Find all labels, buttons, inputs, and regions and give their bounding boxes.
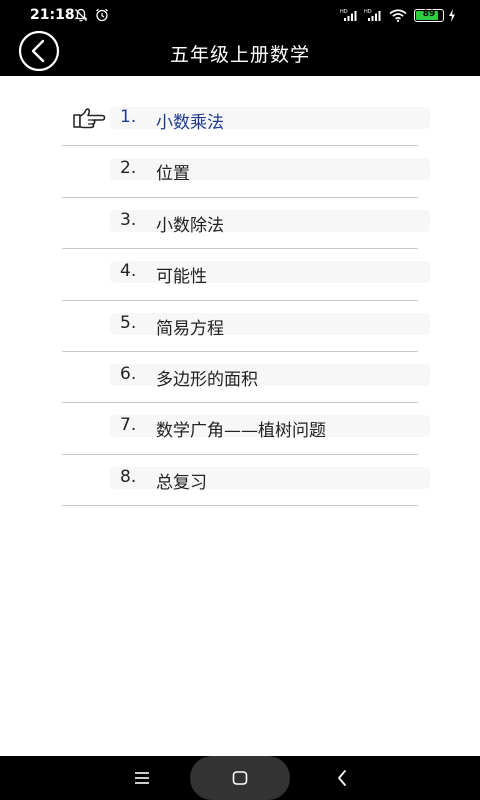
charging-icon <box>449 9 455 22</box>
back-icon <box>338 770 346 786</box>
home-button[interactable] <box>190 756 290 800</box>
chapter-number: 5. <box>120 312 137 333</box>
chapter-item[interactable]: 8. 总复习 <box>62 455 430 507</box>
notifications-off-icon <box>74 8 88 22</box>
chapter-label: 简易方程 <box>156 318 224 339</box>
chapter-item[interactable]: 6. 多边形的面积 <box>62 352 430 404</box>
chapter-label: 位置 <box>156 164 190 185</box>
menu-icon <box>135 772 149 784</box>
status-bar: 21:18 HD HD 89 <box>0 0 480 30</box>
chapter-item[interactable]: 4. 可能性 <box>62 249 430 301</box>
chapter-number: 3. <box>120 209 137 230</box>
chapter-number: 7. <box>120 415 137 436</box>
navigation-bar <box>0 756 480 800</box>
chapter-number: 1. <box>120 107 137 127</box>
alarm-icon <box>96 8 108 22</box>
chapter-label: 数学广角——植树问题 <box>156 421 326 442</box>
chapter-label: 小数乘法 <box>156 113 224 133</box>
home-icon <box>232 771 248 785</box>
chapter-number: 4. <box>120 261 137 282</box>
battery-percent: 89 <box>422 9 436 19</box>
svg-text:HD: HD <box>340 9 348 15</box>
chapter-number: 2. <box>120 158 137 179</box>
svg-text:HD: HD <box>364 9 372 15</box>
chapter-list: 1. 小数乘法 2. 位置 3. 小数除法 4. 可能性 5. 简易方程 6. … <box>62 95 430 507</box>
chapter-item[interactable]: 2. 位置 <box>62 146 430 198</box>
page-title: 五年级上册数学 <box>169 44 310 66</box>
chapter-number: 8. <box>120 466 137 487</box>
header-bar: 五年级上册数学 <box>0 30 480 76</box>
chapter-item[interactable]: 1. 小数乘法 <box>62 95 430 147</box>
chapter-item[interactable]: 7. 数学广角——植树问题 <box>62 403 430 455</box>
system-back-button[interactable] <box>320 756 364 800</box>
chapter-label: 多边形的面积 <box>156 369 258 390</box>
battery-icon: 89 <box>414 9 444 22</box>
chapter-item[interactable]: 5. 简易方程 <box>62 301 430 352</box>
signal-hd-icon: HD <box>340 9 357 21</box>
chapter-item[interactable]: 3. 小数除法 <box>62 198 430 250</box>
chapter-number: 6. <box>120 363 137 384</box>
pointing-hand-icon <box>73 108 106 129</box>
chapter-label: 可能性 <box>156 267 207 288</box>
status-time: 21:18 <box>30 7 75 23</box>
recent-apps-button[interactable] <box>120 756 164 800</box>
chapter-label: 小数除法 <box>156 215 224 236</box>
chapter-label: 总复习 <box>156 472 207 493</box>
signal-hd-icon: HD <box>364 9 381 21</box>
wifi-icon <box>389 9 407 22</box>
